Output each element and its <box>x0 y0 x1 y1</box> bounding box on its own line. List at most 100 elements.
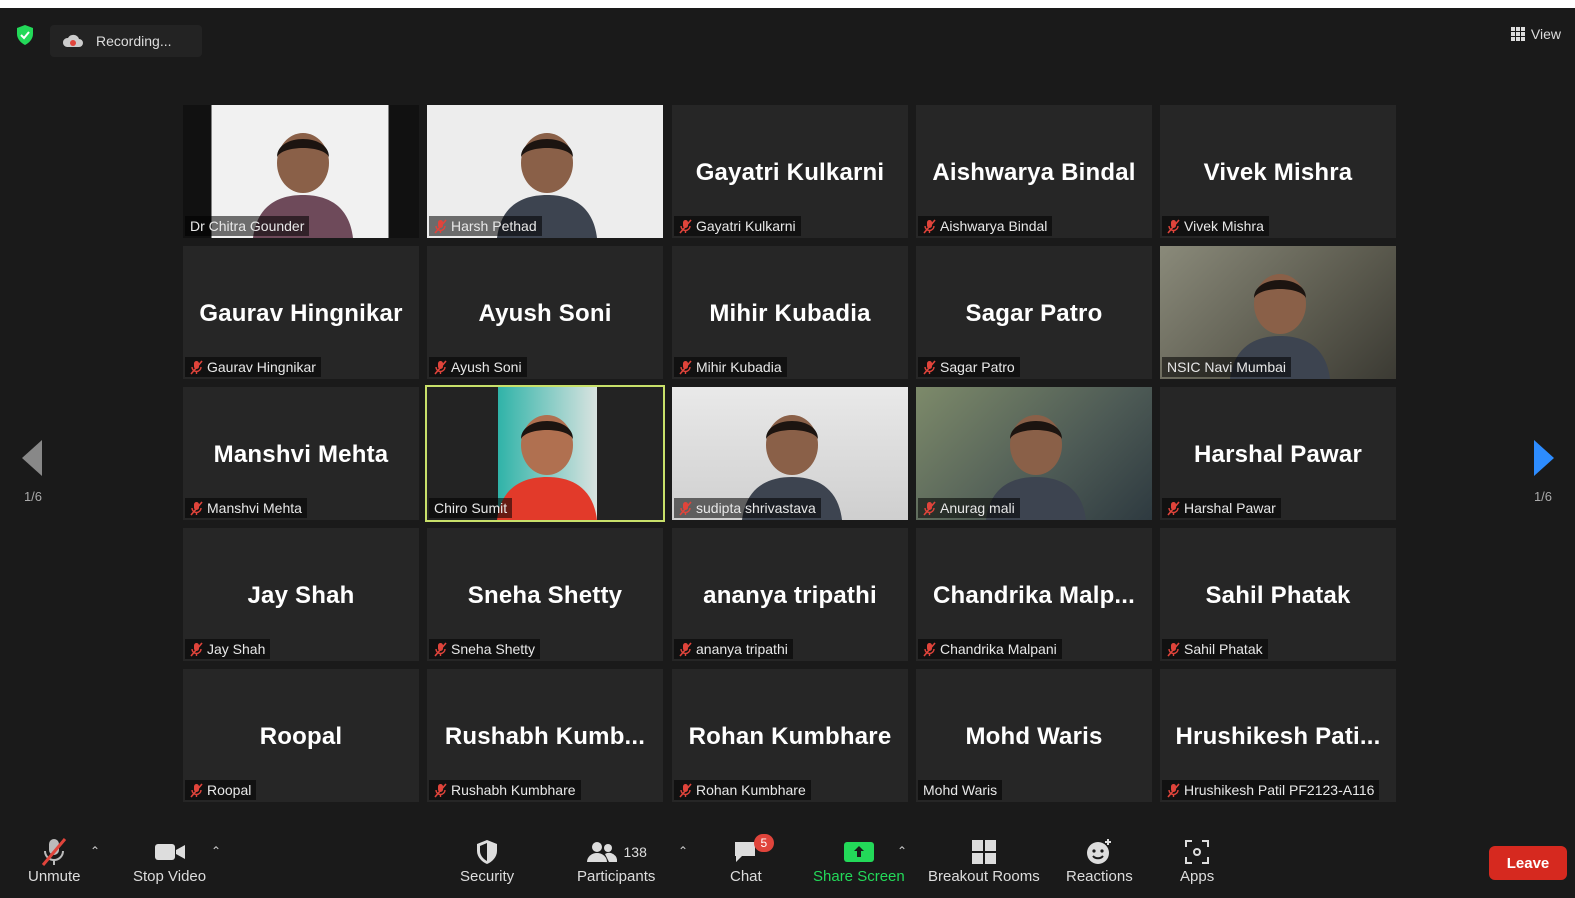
participant-name-label: Rohan Kumbhare <box>674 780 811 800</box>
leave-button[interactable]: Leave <box>1489 846 1567 880</box>
participant-tile[interactable]: Anurag mali <box>916 387 1152 520</box>
participant-tile[interactable]: Rushabh Kumb... Rushabh Kumbhare <box>427 669 663 802</box>
participant-display-name: Mohd Waris <box>965 723 1103 750</box>
participant-tile[interactable]: Vivek Mishra Vivek Mishra <box>1160 105 1396 238</box>
participant-tile[interactable]: Dr Chitra Gounder <box>183 105 419 238</box>
participant-tile[interactable]: Gaurav Hingnikar Gaurav Hingnikar <box>183 246 419 379</box>
share-options-caret[interactable]: ⌃ <box>897 844 907 858</box>
participants-button[interactable]: 138 Participants <box>577 836 655 885</box>
participant-name: Rushabh Kumbhare <box>451 782 576 798</box>
video-camera-icon <box>154 844 185 860</box>
participant-name: Sahil Phatak <box>1184 641 1263 657</box>
participant-display-name: Vivek Mishra <box>1203 159 1353 186</box>
participant-name-label: Jay Shah <box>185 639 271 659</box>
mic-muted-icon <box>679 641 692 657</box>
participant-display-name: Harshal Pawar <box>1193 441 1363 468</box>
reactions-button[interactable]: Reactions <box>1066 836 1133 885</box>
apps-label: Apps <box>1180 868 1215 885</box>
participant-name: Rohan Kumbhare <box>696 782 806 798</box>
participant-name: Ayush Soni <box>451 359 522 375</box>
participant-tile[interactable]: Manshvi Mehta Manshvi Mehta <box>183 387 419 520</box>
participant-display-name: Manshvi Mehta <box>213 441 389 468</box>
participant-tile[interactable]: ananya tripathi ananya tripathi <box>672 528 908 661</box>
participant-name-label: Hrushikesh Patil PF2123-A116 <box>1162 780 1380 800</box>
audio-options-caret[interactable]: ⌃ <box>90 844 100 858</box>
share-screen-label: Share Screen <box>813 868 905 885</box>
shield-check-icon[interactable] <box>14 24 36 46</box>
grid-view-icon <box>1510 27 1525 41</box>
chevron-right-icon <box>1534 440 1554 476</box>
participant-tile[interactable]: Jay Shah Jay Shah <box>183 528 419 661</box>
participant-tile[interactable]: Mihir Kubadia Mihir Kubadia <box>672 246 908 379</box>
meeting-toolbar: Unmute ⌃ Stop Video ⌃ Security 138 Parti… <box>0 830 1575 898</box>
participant-tile[interactable]: sudipta shrivastava <box>672 387 908 520</box>
participant-tile[interactable]: Chiro Sumit <box>425 385 665 522</box>
participant-display-name: Mihir Kubadia <box>709 300 871 327</box>
participant-name: Gaurav Hingnikar <box>207 359 316 375</box>
chat-button[interactable]: 5 Chat <box>730 834 774 885</box>
video-options-caret[interactable]: ⌃ <box>211 844 221 858</box>
mic-muted-icon <box>190 500 203 516</box>
cloud-icon <box>62 34 83 47</box>
participant-tile[interactable]: NSIC Navi Mumbai <box>1160 246 1396 379</box>
prev-page-button[interactable]: 1/6 <box>20 440 46 504</box>
apps-button[interactable]: Apps <box>1180 836 1214 885</box>
security-shield-icon <box>477 840 498 864</box>
security-label: Security <box>460 868 515 885</box>
participant-name: Jay Shah <box>207 641 266 657</box>
mic-muted-icon <box>190 359 203 375</box>
participant-name: Mohd Waris <box>923 782 998 798</box>
participant-tile[interactable]: Aishwarya Bindal Aishwarya Bindal <box>916 105 1152 238</box>
participant-tile[interactable]: Chandrika Malp... Chandrika Malpani <box>916 528 1152 661</box>
participant-name-label: Harsh Pethad <box>429 216 542 236</box>
breakout-rooms-label: Breakout Rooms <box>928 868 1040 885</box>
participant-name-label: ananya tripathi <box>674 639 793 659</box>
recording-indicator[interactable]: Recording... <box>50 25 202 57</box>
participant-tile[interactable]: Harsh Pethad <box>427 105 663 238</box>
participant-display-name: Sneha Shetty <box>467 582 623 609</box>
title-strip <box>0 0 1575 8</box>
participant-tile[interactable]: Sahil Phatak Sahil Phatak <box>1160 528 1396 661</box>
participant-tile[interactable]: Ayush Soni Ayush Soni <box>427 246 663 379</box>
apps-icon <box>1185 840 1210 864</box>
participant-tile[interactable]: Gayatri Kulkarni Gayatri Kulkarni <box>672 105 908 238</box>
participant-tile[interactable]: Harshal Pawar Harshal Pawar <box>1160 387 1396 520</box>
next-page-button[interactable]: 1/6 <box>1530 440 1556 504</box>
participant-tile[interactable]: Mohd Waris Mohd Waris <box>916 669 1152 802</box>
participants-count: 138 <box>623 844 647 860</box>
participants-options-caret[interactable]: ⌃ <box>678 844 688 858</box>
share-screen-button[interactable]: Share Screen <box>813 836 905 885</box>
mic-muted-icon <box>923 359 936 375</box>
mic-muted-icon <box>679 782 692 798</box>
participant-tile[interactable]: Sagar Patro Sagar Patro <box>916 246 1152 379</box>
participant-name-label: Mihir Kubadia <box>674 357 787 377</box>
participant-display-name: ananya tripathi <box>703 582 877 609</box>
mic-muted-icon <box>679 359 692 375</box>
mic-muted-icon <box>923 641 936 657</box>
participants-icon <box>586 842 617 862</box>
participant-name: Harsh Pethad <box>451 218 537 234</box>
mic-muted-icon <box>434 641 447 657</box>
participant-tile[interactable]: Hrushikesh Pati... Hrushikesh Patil PF212… <box>1160 669 1396 802</box>
security-button[interactable]: Security <box>460 836 514 885</box>
participant-name: Anurag mali <box>940 500 1015 516</box>
participant-name-label: Roopal <box>185 780 257 800</box>
mic-muted-icon <box>434 782 447 798</box>
page-indicator-right: 1/6 <box>1533 489 1553 504</box>
participant-display-name: Aishwarya Bindal <box>932 159 1136 186</box>
mic-muted-icon <box>923 500 936 516</box>
chat-label: Chat <box>730 868 762 885</box>
stop-video-button[interactable]: Stop Video <box>133 836 206 885</box>
mic-muted-icon <box>190 782 203 798</box>
participant-display-name: Gayatri Kulkarni <box>695 159 885 186</box>
view-button[interactable]: View <box>1510 26 1561 42</box>
unmute-button[interactable]: Unmute <box>28 836 81 885</box>
mic-muted-icon <box>1167 782 1180 798</box>
participant-tile[interactable]: Rohan Kumbhare Rohan Kumbhare <box>672 669 908 802</box>
share-screen-icon <box>843 842 874 862</box>
participant-name-label: Dr Chitra Gounder <box>185 216 310 236</box>
participant-name-label: Gayatri Kulkarni <box>674 216 801 236</box>
participant-tile[interactable]: Roopal Roopal <box>183 669 419 802</box>
participant-tile[interactable]: Sneha Shetty Sneha Shetty <box>427 528 663 661</box>
breakout-rooms-button[interactable]: Breakout Rooms <box>928 836 1040 885</box>
